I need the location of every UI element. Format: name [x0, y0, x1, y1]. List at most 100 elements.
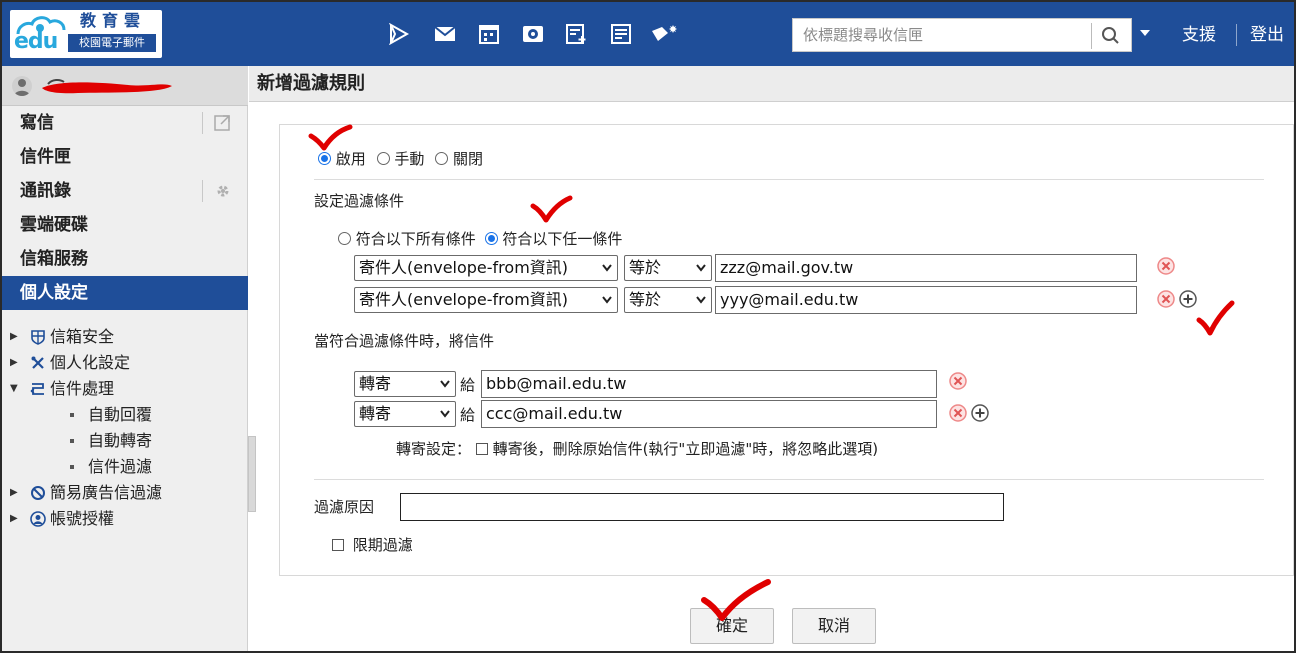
expand-arrow-icon[interactable]: ▶ [10, 324, 18, 350]
radio-status-enabled[interactable] [318, 152, 331, 165]
sidebar-menu: 寫信 信件匣 通訊錄 雲端硬碟 信箱服務 個人設定 [2, 106, 248, 310]
select-value: 寄件人(envelope-from資訊) [359, 290, 569, 309]
top-bar: edu 教育雲 校園電子郵件 支援 登出 [2, 2, 1294, 66]
radio-status-manual[interactable] [376, 152, 390, 165]
mail-icon[interactable] [428, 14, 462, 54]
time-limit-row: 限期過濾 [332, 535, 413, 555]
tree-item-mail-processing[interactable]: ▼ 信件處理 [2, 376, 248, 402]
confirm-button[interactable]: 確定 [690, 608, 774, 644]
status-radio-group: 啟用 手動 關閉 [318, 149, 483, 169]
delete-condition-icon[interactable] [1156, 289, 1176, 309]
external-window-icon[interactable] [202, 112, 238, 134]
search-input[interactable] [793, 19, 1083, 51]
user-bar [2, 66, 248, 106]
edu-logo[interactable]: edu 教育雲 校園電子郵件 [10, 10, 162, 58]
tree-item-mailbox-security[interactable]: ▶ 信箱安全 [2, 324, 248, 350]
sidebar-item-mail-services[interactable]: 信箱服務 [2, 242, 248, 276]
redacted-username-mark [42, 78, 172, 94]
radio-match-all[interactable] [338, 232, 351, 245]
radio-status-disabled[interactable] [435, 152, 449, 165]
send-arrow-icon[interactable] [382, 14, 416, 54]
condition-value-input[interactable]: yyy@mail.edu.tw [715, 286, 1137, 314]
condition-field-select[interactable]: 寄件人(envelope-from資訊) [354, 287, 618, 313]
drive-icon[interactable] [516, 14, 550, 54]
tree-subitem-mail-filter[interactable]: 信件過濾 [2, 454, 248, 480]
expand-arrow-icon[interactable]: ▶ [10, 480, 18, 506]
chevron-down-icon [696, 264, 706, 272]
chevron-down-icon [696, 296, 706, 304]
sidebar-item-mailbox[interactable]: 信件匣 [2, 140, 248, 174]
calendar-icon[interactable] [472, 14, 506, 54]
cancel-button[interactable]: 取消 [792, 608, 876, 644]
sidebar-item-personal-settings[interactable]: 個人設定 [2, 276, 248, 310]
condition-operator-select[interactable]: 等於 [624, 255, 712, 281]
time-limit-checkbox[interactable] [332, 539, 344, 551]
sidebar-item-compose[interactable]: 寫信 [2, 106, 248, 140]
forward-address-input[interactable]: bbb@mail.edu.tw [481, 370, 937, 398]
tree-item-simple-spam-filter[interactable]: ▶ 簡易廣告信過濾 [2, 480, 248, 506]
delete-action-icon[interactable] [948, 371, 968, 391]
topbar-divider [1236, 24, 1237, 46]
radio-label: 符合以下所有條件 [355, 230, 476, 248]
select-value: 等於 [629, 290, 662, 309]
notes-icon[interactable] [604, 14, 638, 54]
avatar[interactable] [12, 76, 32, 96]
radio-match-any[interactable] [484, 232, 498, 245]
divider [314, 479, 1264, 480]
condition-field-select[interactable]: 寄件人(envelope-from資訊) [354, 255, 618, 281]
sidebar-item-label: 信箱服務 [20, 249, 88, 269]
logout-link[interactable]: 登出 [1250, 24, 1284, 46]
support-link[interactable]: 支援 [1182, 24, 1216, 46]
sidebar-item-contacts[interactable]: 通訊錄 [2, 174, 248, 208]
new-document-icon[interactable] [560, 14, 594, 54]
tools-icon [31, 356, 44, 369]
tree-item-label: 帳號授權 [50, 509, 115, 528]
search-dropdown-icon[interactable] [1140, 30, 1150, 36]
tree-subitem-auto-reply[interactable]: 自動回覆 [2, 402, 248, 428]
select-value: 轉寄 [359, 374, 392, 393]
gear-icon[interactable] [202, 180, 238, 202]
delete-action-icon[interactable] [948, 403, 968, 423]
select-value: 轉寄 [359, 404, 392, 423]
delete-original-checkbox[interactable] [475, 443, 488, 455]
condition-operator-select[interactable]: 等於 [624, 287, 712, 313]
actions-heading: 當符合過濾條件時，將信件 [314, 332, 495, 350]
settings-tree: ▶ 信箱安全 ▶ 個人化設定 ▼ 信件處理 自動回覆 自動轉寄 信件過濾 ▶ 簡… [2, 324, 248, 532]
page-title: 新增過濾規則 [257, 73, 365, 94]
tree-item-label: 簡易廣告信過濾 [50, 483, 163, 502]
sidebar-item-cloud-drive[interactable]: 雲端硬碟 [2, 208, 248, 242]
delete-condition-icon[interactable] [1156, 256, 1176, 276]
tree-item-account-authorization[interactable]: ▶ 帳號授權 [2, 506, 248, 532]
search-button[interactable] [1091, 23, 1131, 49]
chevron-down-icon [440, 380, 450, 388]
sidebar-collapse-handle[interactable] [248, 436, 256, 512]
sidebar: 寫信 信件匣 通訊錄 雲端硬碟 信箱服務 個人設定 ▶ 信箱安全 ▶ 個人化設定… [2, 66, 248, 651]
mail-process-icon [30, 383, 44, 395]
expand-arrow-icon[interactable]: ▶ [10, 350, 18, 376]
block-icon [31, 486, 45, 500]
bullet-icon [70, 439, 74, 443]
forward-settings-row: 轉寄設定： 轉寄後，刪除原始信件(執行"立即過濾"時，將忽略此選項) [396, 439, 878, 459]
add-action-icon[interactable] [970, 403, 990, 423]
logo-edu-text: edu [14, 29, 58, 54]
expand-arrow-icon[interactable]: ▶ [10, 506, 18, 532]
tree-subitem-auto-forward[interactable]: 自動轉寄 [2, 428, 248, 454]
conditions-heading: 設定過濾條件 [314, 192, 405, 210]
chevron-down-icon [602, 264, 612, 272]
tree-item-label: 信件處理 [50, 379, 115, 398]
add-condition-icon[interactable] [1178, 289, 1198, 309]
reason-label: 過濾原因 [314, 498, 375, 516]
user-avatar-icon [14, 79, 30, 96]
tree-item-personalization[interactable]: ▶ 個人化設定 [2, 350, 248, 376]
logo-sub-text: 校園電子郵件 [68, 34, 156, 52]
bullet-icon [70, 465, 74, 469]
action-select[interactable]: 轉寄 [354, 371, 456, 397]
reason-input[interactable] [400, 493, 1004, 521]
forward-address-input[interactable]: ccc@mail.edu.tw [481, 400, 937, 428]
tree-subitem-label: 自動轉寄 [88, 431, 153, 450]
action-select[interactable]: 轉寄 [354, 401, 456, 427]
tag-settings-icon[interactable] [648, 14, 682, 54]
radio-label: 符合以下任一條件 [502, 230, 623, 248]
condition-value-input[interactable]: zzz@mail.gov.tw [715, 254, 1137, 282]
collapse-arrow-icon[interactable]: ▼ [10, 376, 18, 402]
